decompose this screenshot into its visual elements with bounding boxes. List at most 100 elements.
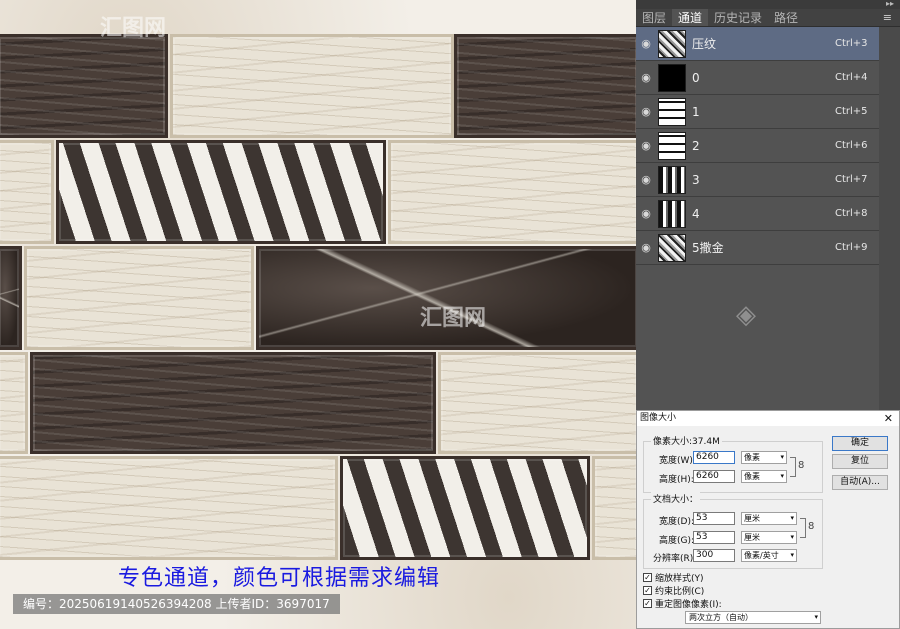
link-bracket <box>790 457 796 477</box>
plank-wood-dark <box>0 34 168 138</box>
resample-checkbox-row[interactable]: ✓ 重定图像像素(I): <box>643 597 722 610</box>
link-bracket <box>800 518 806 538</box>
channel-thumbnail <box>658 97 686 126</box>
pixel-dimensions-group <box>643 441 823 493</box>
channel-row[interactable]: ◉ 0 Ctrl+4 <box>636 61 879 95</box>
resolution-label: 分辨率(R): <box>653 554 697 564</box>
channel-row[interactable]: ◉ 2 Ctrl+6 <box>636 129 879 163</box>
plank-wood-light <box>388 140 636 244</box>
channel-name: 5撒金 <box>692 241 724 255</box>
plank-zebra <box>340 456 590 560</box>
collapse-panel-icon[interactable]: ▸▸ <box>886 0 894 8</box>
chevron-down-icon: ▾ <box>780 453 784 461</box>
unit-label: 厘米 <box>744 533 760 542</box>
doc-width-input[interactable]: 53 <box>693 512 735 525</box>
eye-icon[interactable]: ◉ <box>636 207 656 220</box>
watermark-logo: ◈ <box>736 300 756 330</box>
panel-top-strip: ▸▸ <box>636 0 900 9</box>
channel-thumbnail <box>658 199 686 228</box>
doc-height-input[interactable]: 53 <box>693 531 735 544</box>
doc-height-unit-select[interactable]: 厘米 ▾ <box>741 531 797 544</box>
constrain-proportions-label: 约束比例(C) <box>655 587 705 597</box>
channel-row[interactable]: ◉ 压纹 Ctrl+3 <box>636 27 879 61</box>
plank-wood-dark <box>454 34 636 138</box>
auto-button[interactable]: 自动(A)... <box>832 475 888 490</box>
resample-label: 重定图像像素(I): <box>655 600 722 610</box>
chain-link-icon: 8 <box>808 521 815 532</box>
plank-wood-light <box>438 352 636 454</box>
tab-history[interactable]: 历史记录 <box>708 9 768 26</box>
chevron-down-icon: ▾ <box>790 514 794 522</box>
channel-list-scrollbar[interactable] <box>879 27 900 410</box>
close-icon[interactable]: ✕ <box>884 411 893 426</box>
resample-checkbox[interactable]: ✓ <box>643 599 652 608</box>
channel-row[interactable]: ◉ 4 Ctrl+8 <box>636 197 879 231</box>
scale-styles-label: 缩放样式(Y) <box>655 574 704 584</box>
channel-shortcut: Ctrl+7 <box>835 174 868 185</box>
eye-icon[interactable]: ◉ <box>636 173 656 186</box>
plank-wood-light <box>170 34 454 138</box>
eye-icon[interactable]: ◉ <box>636 37 656 50</box>
plank-wood-light <box>0 140 54 244</box>
dialog-title-bar: 图像大小 ✕ <box>637 411 899 426</box>
panel-tabs: 图层 通道 历史记录 路径 ≡ <box>636 9 900 27</box>
channel-thumbnail <box>658 233 686 262</box>
channel-row[interactable]: ◉ 1 Ctrl+5 <box>636 95 879 129</box>
channel-name: 3 <box>692 172 700 187</box>
pixel-height-input[interactable]: 6260 <box>693 470 735 483</box>
resolution-input[interactable]: 300 <box>693 549 735 562</box>
eye-icon[interactable]: ◉ <box>636 105 656 118</box>
tab-layers[interactable]: 图层 <box>636 9 672 26</box>
scale-styles-checkbox-row[interactable]: ✓ 缩放样式(Y) <box>643 571 704 584</box>
channel-shortcut: Ctrl+4 <box>835 72 868 83</box>
plank-wood-light <box>0 352 28 454</box>
plank-wood-light <box>24 246 254 350</box>
channel-name: 1 <box>692 104 700 119</box>
doc-height-label: 高度(G): <box>659 536 695 546</box>
unit-label: 像素/英寸 <box>744 551 779 560</box>
channel-row[interactable]: ◉ 3 Ctrl+7 <box>636 163 879 197</box>
channel-shortcut: Ctrl+3 <box>835 38 868 49</box>
document-size-label: 文档大小： <box>651 492 701 505</box>
chevron-down-icon: ▾ <box>814 613 818 621</box>
channel-shortcut: Ctrl+8 <box>835 208 868 219</box>
plank-wood-light <box>0 456 338 560</box>
ok-button[interactable]: 确定 <box>832 436 888 451</box>
footer-info-bar: 编号：20250619140526394208 上传者ID：3697017 <box>13 594 340 614</box>
eye-icon[interactable]: ◉ <box>636 71 656 84</box>
resample-method-select[interactable]: 两次立方（自动） ▾ <box>685 611 821 624</box>
doc-width-label: 宽度(D): <box>659 517 694 527</box>
resolution-unit-select[interactable]: 像素/英寸 ▾ <box>741 549 797 562</box>
doc-width-unit-select[interactable]: 厘米 ▾ <box>741 512 797 525</box>
channel-thumbnail <box>658 165 686 194</box>
pixel-height-unit-select[interactable]: 像素 ▾ <box>741 470 787 483</box>
scale-styles-checkbox[interactable]: ✓ <box>643 573 652 582</box>
channel-shortcut: Ctrl+6 <box>835 140 868 151</box>
chevron-down-icon: ▾ <box>790 533 794 541</box>
tile-artwork: 汇图网 汇图网 专色通道，颜色可根据需求编辑 编号：20250619140526… <box>0 0 636 629</box>
resample-method-value: 两次立方（自动） <box>689 613 753 622</box>
chevron-down-icon: ▾ <box>790 551 794 559</box>
chevron-down-icon: ▾ <box>780 472 784 480</box>
constrain-proportions-checkbox[interactable]: ✓ <box>643 586 652 595</box>
plank-wood-light <box>592 456 636 560</box>
constrain-checkbox-row[interactable]: ✓ 约束比例(C) <box>643 584 704 597</box>
channel-shortcut: Ctrl+9 <box>835 242 868 253</box>
pixel-width-input[interactable]: 6260 <box>693 451 735 464</box>
channel-thumbnail <box>658 29 686 58</box>
unit-label: 像素 <box>744 453 760 462</box>
channel-thumbnail <box>658 131 686 160</box>
eye-icon[interactable]: ◉ <box>636 139 656 152</box>
chain-link-icon: 8 <box>798 460 805 471</box>
channel-row[interactable]: ◉ 5撒金 Ctrl+9 <box>636 231 879 265</box>
plank-marble-dark <box>256 246 636 350</box>
tab-paths[interactable]: 路径 <box>768 9 804 26</box>
panel-menu-icon[interactable]: ≡ <box>883 9 892 27</box>
pixel-width-unit-select[interactable]: 像素 ▾ <box>741 451 787 464</box>
tab-channels[interactable]: 通道 <box>672 9 709 26</box>
eye-icon[interactable]: ◉ <box>636 241 656 254</box>
channel-name: 压纹 <box>692 37 717 51</box>
reset-button[interactable]: 复位 <box>832 454 888 469</box>
channels-panel: ▸▸ 图层 通道 历史记录 路径 ≡ ◉ 压纹 Ctrl+3 ◉ 0 Ctrl+4 ◉ 1 Ct… <box>636 0 900 410</box>
channel-thumbnail <box>658 63 686 92</box>
